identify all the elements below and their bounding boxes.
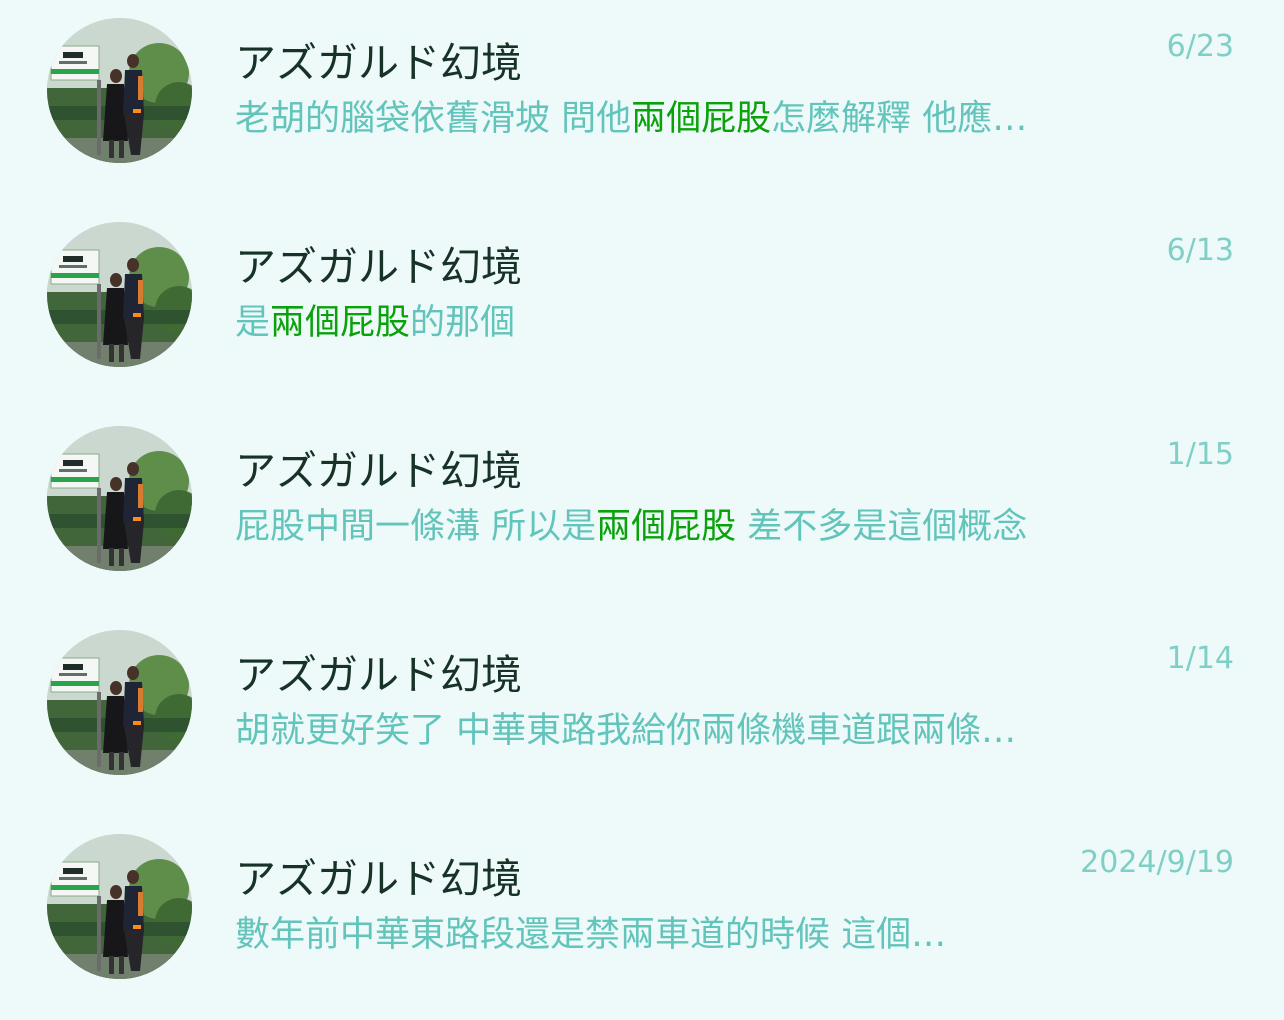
- message-preview: 胡就更好笑了 中華東路我給你兩條機車道跟兩條…: [235, 710, 1115, 752]
- contact-name: アズガルド幻境: [235, 39, 522, 87]
- message-preview: 屁股中間一條溝 所以是兩個屁股 差不多是這個概念: [235, 506, 1115, 548]
- contact-name: アズガルド幻境: [235, 855, 522, 903]
- chat-result-row[interactable]: アズガルド幻境 2024/9/19 數年前中華東路段還是禁兩車道的時候 這個…: [0, 816, 1284, 1020]
- message-preview: 數年前中華東路段還是禁兩車道的時候 這個…: [235, 914, 1115, 956]
- chat-search-results-list: アズガルド幻境 6/23 老胡的腦袋依舊滑坡 問他兩個屁股怎麼解釋 他應… アズ…: [0, 0, 1284, 1000]
- chat-result-row[interactable]: アズガルド幻境 6/13 是兩個屁股的那個: [0, 204, 1284, 408]
- message-text: 老胡的腦袋依舊滑坡 問他: [235, 99, 632, 139]
- avatar-photo-image: [47, 834, 192, 979]
- message-text: 怎麼解釋 他應…: [771, 99, 1028, 139]
- avatar-photo-image: [47, 222, 192, 367]
- avatar: [47, 426, 192, 571]
- chat-result-row[interactable]: アズガルド幻境 1/15 屁股中間一條溝 所以是兩個屁股 差不多是這個概念: [0, 408, 1284, 612]
- message-text: 屁股中間一條溝 所以是: [235, 507, 597, 547]
- message-date: 1/15: [1166, 437, 1234, 472]
- message-preview: 是兩個屁股的那個: [235, 302, 1115, 344]
- search-match-highlight: 兩個屁股: [631, 99, 772, 139]
- contact-name: アズガルド幻境: [235, 651, 522, 699]
- avatar: [47, 18, 192, 163]
- search-match-highlight: 兩個屁股: [270, 303, 411, 343]
- avatar: [47, 834, 192, 979]
- message-preview: 老胡的腦袋依舊滑坡 問他兩個屁股怎麼解釋 他應…: [235, 98, 1115, 140]
- message-date: 6/23: [1166, 29, 1234, 64]
- message-date: 1/14: [1166, 641, 1234, 676]
- message-text: 是: [235, 303, 271, 343]
- avatar: [47, 222, 192, 367]
- avatar: [47, 630, 192, 775]
- message-text: 數年前中華東路段還是禁兩車道的時候 這個…: [235, 915, 947, 955]
- avatar-photo-image: [47, 18, 192, 163]
- chat-result-row[interactable]: アズガルド幻境 6/23 老胡的腦袋依舊滑坡 問他兩個屁股怎麼解釋 他應…: [0, 0, 1284, 204]
- message-text: 胡就更好笑了 中華東路我給你兩條機車道跟兩條…: [235, 711, 1017, 751]
- avatar-photo-image: [47, 426, 192, 571]
- message-text: 的那個: [410, 303, 516, 343]
- message-date: 6/13: [1166, 233, 1234, 268]
- search-match-highlight: 兩個屁股: [596, 507, 737, 547]
- contact-name: アズガルド幻境: [235, 243, 522, 291]
- message-date: 2024/9/19: [1080, 845, 1234, 880]
- avatar-photo-image: [47, 630, 192, 775]
- contact-name: アズガルド幻境: [235, 447, 522, 495]
- chat-result-row[interactable]: アズガルド幻境 1/14 胡就更好笑了 中華東路我給你兩條機車道跟兩條…: [0, 612, 1284, 816]
- message-text: 差不多是這個概念: [736, 507, 1028, 547]
